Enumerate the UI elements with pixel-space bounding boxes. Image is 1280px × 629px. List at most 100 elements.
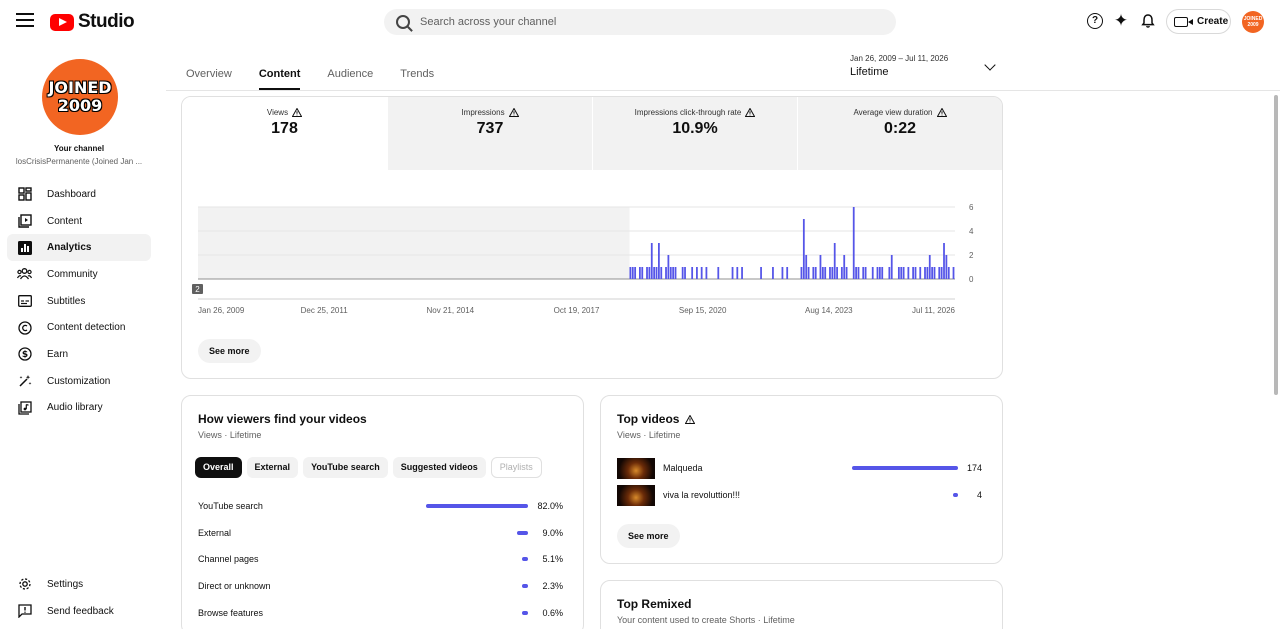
subtitles-icon [17,294,32,309]
traffic-source-value: 82.0% [537,501,563,511]
scrollbar[interactable] [1274,95,1278,395]
chevron-down-icon[interactable] [984,59,996,71]
dashboard-icon [17,187,32,202]
chart-bar [852,207,855,279]
traffic-source-row[interactable]: Browse features 0.6% [198,603,563,623]
help-icon[interactable]: ? [1087,13,1103,29]
magic-wand-icon [17,374,32,389]
chart-bar [741,267,743,279]
chart-bar [807,267,810,279]
video-views-bar [953,493,958,497]
chart-bar [700,267,703,279]
see-more-button[interactable]: See more [198,339,261,363]
card-title: How viewers find your videos [198,412,367,426]
create-label: Create [1197,16,1229,27]
sparkle-icon[interactable]: ✦ [1113,12,1129,29]
video-views-value: 174 [966,463,982,473]
chip-youtube-search[interactable]: YouTube search [303,457,388,478]
feedback-icon [17,604,32,619]
sidebar-item-settings[interactable]: Settings [7,571,151,598]
audio-library-icon [17,400,32,415]
see-more-videos-button[interactable]: See more [617,524,680,548]
sidebar-item-community[interactable]: Community [7,261,151,288]
chart-bar [864,267,867,279]
video-title: viva la revoluttion!!! [663,490,741,500]
video-thumbnail[interactable] [617,457,655,479]
tab-trends[interactable]: Trends [400,60,434,90]
chip-external[interactable]: External [246,457,299,478]
content-icon [17,214,32,229]
chart-bar [655,267,658,279]
top-video-row[interactable]: viva la revoluttion!!! 4 [617,484,982,506]
menu-icon[interactable] [16,13,34,29]
chart-bar [878,267,881,279]
bell-icon[interactable] [1140,13,1156,29]
sidebar-item-customization[interactable]: Customization [7,368,151,395]
date-range-label: Lifetime [850,66,889,78]
sidebar-bottom-nav: Settings Send feedback [7,571,151,624]
date-range-dates: Jan 26, 2009 – Jul 11, 2026 [850,54,949,63]
date-range-selector[interactable]: Jan 26, 2009 – Jul 11, 2026 Lifetime [850,54,948,78]
video-thumbnail[interactable] [617,484,655,506]
top-video-row[interactable]: Malqueda 174 [617,457,982,479]
chart-bar [781,267,784,279]
chart-y-tick-label: 6 [969,203,974,212]
traffic-source-label: External [198,527,232,538]
chart-inactive-region [198,207,630,279]
sidebar-item-label: Settings [47,578,84,590]
chart-x-tick-label: Jul 11, 2026 [912,306,956,315]
youtube-play-icon [50,13,74,31]
search-icon[interactable] [396,15,410,29]
traffic-source-row[interactable]: Direct or unknown 2.3% [198,576,563,596]
chart-bar [760,267,762,279]
studio-logo[interactable]: Studio [50,11,135,33]
chart-bar [812,267,815,279]
channel-avatar[interactable]: JOINED 2009 [42,59,118,135]
avatar-text-line1: JOINED [48,78,112,97]
sidebar-item-label: Audio library [47,402,103,414]
chip-suggested-videos[interactable]: Suggested videos [392,457,486,478]
chart-annotation-badge-label: 2 [195,285,200,294]
tab-overview[interactable]: Overview [186,60,232,90]
gear-icon [17,577,32,592]
sidebar-item-label: Earn [47,348,69,360]
chart-bar [907,267,910,279]
traffic-source-row[interactable]: External 9.0% [198,523,563,543]
sidebar-item-content[interactable]: Content [7,208,151,235]
views-chart: 6 4 2 0 2 Jan 26, 2009 Dec 25, 2011 Nov 21, 201… [192,203,974,315]
sidebar-item-analytics[interactable]: Analytics [7,234,151,262]
chart-bar [786,267,789,279]
chart-bar [669,267,672,279]
account-avatar[interactable]: JOINED 2009 [1242,11,1264,33]
video-title: Malqueda [663,463,703,473]
chart-bar [833,243,836,279]
sidebar-item-dashboard[interactable]: Dashboard [7,181,151,208]
chart-bar [653,267,656,279]
sidebar-item-content-detection[interactable]: Content detection [7,314,151,341]
search-bar[interactable] [384,9,896,35]
chart-bar [705,267,708,279]
chip-playlists[interactable]: Playlists [490,457,542,478]
chart-x-tick-label: Sep 15, 2020 [679,306,727,315]
sidebar-item-audio-library[interactable]: Audio library [7,395,151,422]
tab-audience[interactable]: Audience [327,60,373,90]
chart-bar [731,267,734,279]
chart-bar [814,267,817,279]
card-subtitle: Your content used to create Shorts · Lif… [617,615,795,625]
chip-overall[interactable]: Overall [195,457,242,478]
chart-y-tick-label: 4 [969,227,974,236]
chart-bar [912,267,915,279]
traffic-source-row[interactable]: Channel pages 5.1% [198,549,563,569]
chart-bar [660,267,663,279]
chart-bar [928,255,931,279]
sidebar-item-earn[interactable]: $ Earn [7,341,151,368]
chart-bar [855,267,857,279]
search-input[interactable] [420,16,860,28]
channel-name: losCrisisPermanente (Joined Jan ... [15,157,143,166]
sidebar-item-label: Dashboard [47,188,96,200]
sidebar-item-subtitles[interactable]: Subtitles [7,288,151,315]
traffic-source-row[interactable]: YouTube search 82.0% [198,496,563,516]
tab-content[interactable]: Content [258,60,301,90]
sidebar-item-send-feedback[interactable]: Send feedback [7,598,151,625]
create-button[interactable]: Create [1166,9,1231,34]
